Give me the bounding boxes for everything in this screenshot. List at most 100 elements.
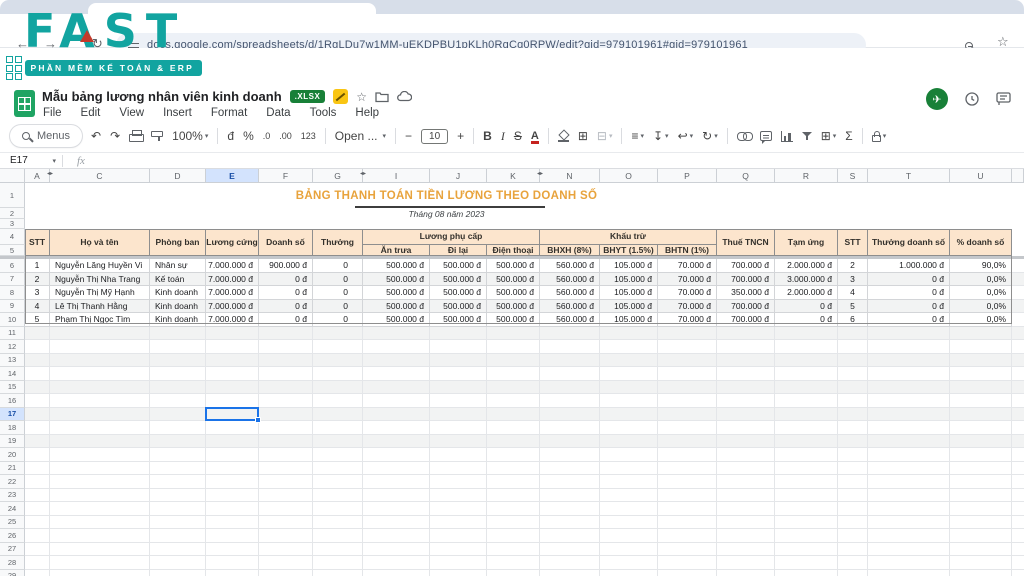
table-subheader-Ăn trưa[interactable]: Ăn trưa [363,245,430,256]
menu-view[interactable]: View [119,107,144,119]
cell-r10-cP[interactable]: 70.000 đ [658,313,717,327]
fill-color-icon[interactable] [558,130,569,142]
row-header-27[interactable]: 27 [0,543,25,557]
row-header-18[interactable]: 18 [0,421,25,435]
cell-r10-cE[interactable]: 7.000.000 đ [206,313,259,327]
cell-r9-cC[interactable]: Lê Thị Thanh Hằng [50,300,150,314]
cell-r10-cJ[interactable]: 500.000 đ [430,313,487,327]
name-box-caret-icon[interactable]: ▾ [52,157,56,165]
cell-r6-cF[interactable]: 900.000 đ [259,259,313,273]
table-header-Thưởng doanh số[interactable]: Thưởng doanh số [868,229,950,256]
merge-cells-icon[interactable]: ⊟▾ [597,130,613,142]
column-header-partial[interactable] [1012,169,1024,183]
cell-r8-cD[interactable]: Kinh doanh [150,286,206,300]
protect-range-icon[interactable]: ▾ [872,131,887,142]
cell-r10-cA[interactable]: 5 [25,313,50,327]
cell-r7-cA[interactable]: 2 [25,273,50,287]
cell-r8-cN[interactable]: 560.000 đ [540,286,600,300]
cell-r6-cN[interactable]: 560.000 đ [540,259,600,273]
move-folder-icon[interactable] [375,91,389,103]
italic-icon[interactable]: I [501,130,505,142]
column-header-D[interactable]: D [150,169,206,183]
column-header-O[interactable]: O [600,169,658,183]
text-wrap-icon[interactable]: ↩▾ [678,130,694,142]
cell-r10-cI[interactable]: 500.000 đ [363,313,430,327]
row-header-23[interactable]: 23 [0,489,25,503]
cell-r10-cC[interactable]: Phạm Thị Ngọc Tìm [50,313,150,327]
cell-r7-cI[interactable]: 500.000 đ [363,273,430,287]
hidden-columns-marker[interactable]: ◂▸ [356,170,370,177]
table-subheader-Điện thoại[interactable]: Điện thoại [487,245,540,256]
cell-r6-cR[interactable]: 2.000.000 đ [775,259,838,273]
table-subheader-BHXH (8%)[interactable]: BHXH (8%) [540,245,600,256]
cell-r6-cT[interactable]: 1.000.000 đ [868,259,950,273]
cell-r7-cS[interactable]: 3 [838,273,868,287]
cell-r9-cO[interactable]: 105.000 đ [600,300,658,314]
more-formats-icon[interactable]: 123 [301,132,316,141]
row-header-28[interactable]: 28 [0,556,25,570]
cell-r7-cU[interactable]: 0,0% [950,273,1012,287]
cell-r7-cO[interactable]: 105.000 đ [600,273,658,287]
cell-r7-cC[interactable]: Nguyễn Thị Nha Trang [50,273,150,287]
column-header-J[interactable]: J [430,169,487,183]
font-select[interactable]: Open ...▾ [335,130,386,142]
cell-r10-cT[interactable]: 0 đ [868,313,950,327]
row-header-15[interactable]: 15 [0,381,25,395]
cell-r6-cJ[interactable]: 500.000 đ [430,259,487,273]
cell-r6-cC[interactable]: Nguyễn Lăng Huyền Vi [50,259,150,273]
print-icon[interactable] [129,130,142,142]
star-icon[interactable]: ☆ [356,90,367,104]
row-header-24[interactable]: 24 [0,502,25,516]
row-header-5[interactable]: 5 [0,245,25,256]
row-header-21[interactable]: 21 [0,462,25,476]
table-subheader-BHYT (1.5%)[interactable]: BHYT (1.5%) [600,245,658,256]
sheets-app-icon[interactable] [14,90,35,117]
cell-r6-cS[interactable]: 2 [838,259,868,273]
table-subheader-Đi lại[interactable]: Đi lại [430,245,487,256]
cell-r10-cS[interactable]: 6 [838,313,868,327]
redo-icon[interactable]: ↷ [110,130,120,142]
bold-icon[interactable]: B [483,130,492,142]
decrease-decimal-icon[interactable]: .0 [263,132,271,141]
column-header-U[interactable]: U [950,169,1012,183]
menu-help[interactable]: Help [355,107,379,119]
hidden-columns-marker[interactable]: ◂▸ [533,170,547,177]
row-header-29[interactable]: 29 [0,570,25,576]
table-header-Thuế TNCN[interactable]: Thuế TNCN [717,229,775,256]
cell-r10-cU[interactable]: 0,0% [950,313,1012,327]
cell-r6-cA[interactable]: 1 [25,259,50,273]
cell-r6-cO[interactable]: 105.000 đ [600,259,658,273]
column-header-I[interactable]: I [363,169,430,183]
table-header-Doanh số[interactable]: Doanh số [259,229,313,256]
cell-r6-cU[interactable]: 90,0% [950,259,1012,273]
cell-r9-cE[interactable]: 7.000.000 đ [206,300,259,314]
cell-r8-cO[interactable]: 105.000 đ [600,286,658,300]
cell-r9-cR[interactable]: 0 đ [775,300,838,314]
cell-r7-cE[interactable]: 7.000.000 đ [206,273,259,287]
cell-r10-cR[interactable]: 0 đ [775,313,838,327]
cell-r8-cP[interactable]: 70.000 đ [658,286,717,300]
text-rotate-icon[interactable]: ↻▾ [702,130,718,142]
cell-r6-cG[interactable]: 0 [313,259,363,273]
cell-r10-cK[interactable]: 500.000 đ [487,313,540,327]
cell-r9-cA[interactable]: 4 [25,300,50,314]
cell-r9-cS[interactable]: 5 [838,300,868,314]
row-header-14[interactable]: 14 [0,367,25,381]
menu-format[interactable]: Format [211,107,247,119]
paint-format-icon[interactable] [151,130,163,142]
menus-search-pill[interactable]: Menus [10,125,82,147]
cell-r8-cC[interactable]: Nguyễn Thị Mỹ Hạnh [50,286,150,300]
cell-r7-cR[interactable]: 3.000.000 đ [775,273,838,287]
column-header-N[interactable]: N [540,169,600,183]
cell-r10-cD[interactable]: Kinh doanh [150,313,206,327]
fill-handle[interactable] [255,417,261,423]
menu-data[interactable]: Data [266,107,290,119]
row-header-9[interactable]: 9 [0,300,25,314]
row-header-20[interactable]: 20 [0,448,25,462]
insert-chart-icon[interactable] [781,131,793,142]
undo-icon[interactable]: ↶ [91,130,101,142]
cell-r7-cN[interactable]: 560.000 đ [540,273,600,287]
cell-r9-cK[interactable]: 500.000 đ [487,300,540,314]
table-header-Họ và tên[interactable]: Họ và tên [50,229,150,256]
table-header-Lương cứng[interactable]: Lương cứng [206,229,259,256]
